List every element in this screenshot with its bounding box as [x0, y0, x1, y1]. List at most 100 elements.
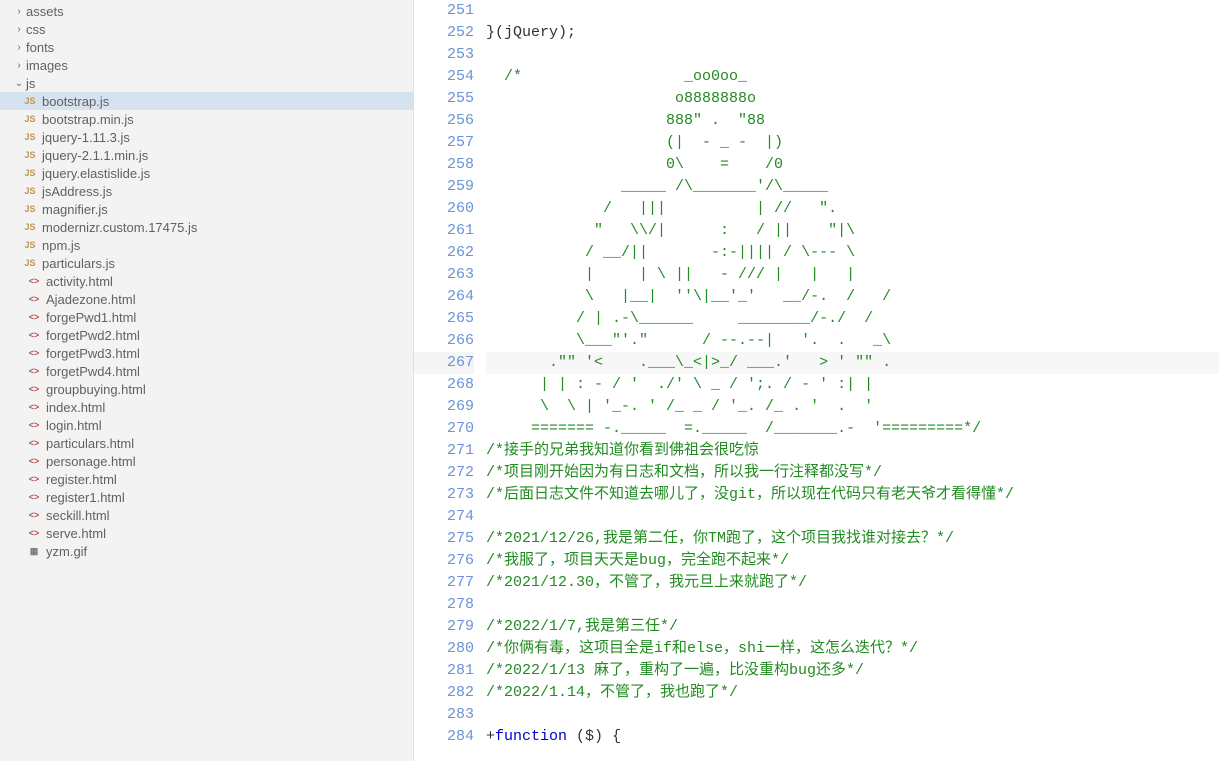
- file-explorer[interactable]: ›assets›css›fonts›images⌄jsJSbootstrap.j…: [0, 0, 414, 761]
- line-number: 270: [414, 418, 474, 440]
- js-file-icon: JS: [22, 111, 38, 127]
- tree-item-label: activity.html: [46, 274, 113, 289]
- file-item[interactable]: <>activity.html: [0, 272, 413, 290]
- code-line[interactable]: /* _oo0oo_: [486, 66, 1219, 88]
- file-item[interactable]: <>Ajadezone.html: [0, 290, 413, 308]
- file-item[interactable]: JSbootstrap.js: [0, 92, 413, 110]
- file-item[interactable]: JSnpm.js: [0, 236, 413, 254]
- chevron-right-icon[interactable]: ›: [12, 6, 26, 17]
- code-line[interactable]: /*项目刚开始因为有日志和文档，所以我一行注释都没写*/: [486, 462, 1219, 484]
- code-line[interactable]: ."" '< .___\_<|>_/ ___.' > ' "" .: [486, 352, 1219, 374]
- line-number: 275: [414, 528, 474, 550]
- tree-item-label: jsAddress.js: [42, 184, 112, 199]
- code-line[interactable]: /*2021/12.30，不管了，我元旦上来就跑了*/: [486, 572, 1219, 594]
- file-item[interactable]: <>groupbuying.html: [0, 380, 413, 398]
- code-line[interactable]: \___"'." / --.--| '. . _\: [486, 330, 1219, 352]
- chevron-right-icon[interactable]: ›: [12, 42, 26, 53]
- file-item[interactable]: JSmagnifier.js: [0, 200, 413, 218]
- chevron-down-icon[interactable]: ⌄: [12, 78, 26, 89]
- code-line[interactable]: " \\/| : / || "|\: [486, 220, 1219, 242]
- code-line[interactable]: /*接手的兄弟我知道你看到佛祖会很吃惊: [486, 440, 1219, 462]
- code-line[interactable]: o8888888o: [486, 88, 1219, 110]
- code-line[interactable]: | | : - / ' ./' \ _ / ';. / - ' :| |: [486, 374, 1219, 396]
- line-number: 273: [414, 484, 474, 506]
- file-item[interactable]: <>forgetPwd4.html: [0, 362, 413, 380]
- line-number: 261: [414, 220, 474, 242]
- code-line[interactable]: / __/|| -:-|||| / \--- \: [486, 242, 1219, 264]
- file-item[interactable]: JSjquery-2.1.1.min.js: [0, 146, 413, 164]
- code-line[interactable]: [486, 506, 1219, 528]
- code-line[interactable]: /*2022/1/13 麻了，重构了一遍，比没重构bug还多*/: [486, 660, 1219, 682]
- file-item[interactable]: <> login.html: [0, 416, 413, 434]
- folder-item[interactable]: ›css: [0, 20, 413, 38]
- file-item[interactable]: ▦yzm.gif: [0, 542, 413, 560]
- code-line[interactable]: / | .-\______ ________/-./ /: [486, 308, 1219, 330]
- folder-item[interactable]: ›fonts: [0, 38, 413, 56]
- code-line[interactable]: /*后面日志文件不知道去哪儿了，没git，所以现在代码只有老天爷才看得懂*/: [486, 484, 1219, 506]
- folder-item[interactable]: ›images: [0, 56, 413, 74]
- code-editor[interactable]: 2512522532542552562572582592602612622632…: [414, 0, 1219, 761]
- code-line[interactable]: [486, 704, 1219, 726]
- code-line[interactable]: / ||| | // ".: [486, 198, 1219, 220]
- file-item[interactable]: JSjquery.elastislide.js: [0, 164, 413, 182]
- code-line[interactable]: 888" . "88: [486, 110, 1219, 132]
- file-item[interactable]: <>particulars.html: [0, 434, 413, 452]
- tree-item-label: fonts: [26, 40, 54, 55]
- file-item[interactable]: JSjsAddress.js: [0, 182, 413, 200]
- code-line[interactable]: _____ /\_______'/\_____: [486, 176, 1219, 198]
- line-number: 276: [414, 550, 474, 572]
- code-line[interactable]: +function ($) {: [486, 726, 1219, 748]
- file-item[interactable]: <>forgePwd1.html: [0, 308, 413, 326]
- tree-item-label: login.html: [46, 418, 102, 433]
- line-number: 252: [414, 22, 474, 44]
- tree-item-label: register.html: [46, 472, 117, 487]
- code-line[interactable]: }(jQuery);: [486, 22, 1219, 44]
- tree-item-label: assets: [26, 4, 64, 19]
- code-line[interactable]: /*我服了，项目天天是bug，完全跑不起来*/: [486, 550, 1219, 572]
- code-line[interactable]: /*2022/1/7,我是第三任*/: [486, 616, 1219, 638]
- code-line[interactable]: /*你俩有毒，这项目全是if和else，shi一样，这怎么迭代？*/: [486, 638, 1219, 660]
- code-line[interactable]: [486, 594, 1219, 616]
- file-item[interactable]: JSparticulars.js: [0, 254, 413, 272]
- tree-item-label: bootstrap.min.js: [42, 112, 134, 127]
- folder-item[interactable]: ⌄js: [0, 74, 413, 92]
- chevron-right-icon[interactable]: ›: [12, 60, 26, 71]
- html-file-icon: <>: [26, 489, 42, 505]
- file-item[interactable]: <>index.html: [0, 398, 413, 416]
- tree-item-label: index.html: [46, 400, 105, 415]
- html-file-icon: <>: [26, 417, 42, 433]
- tree-item-label: css: [26, 22, 46, 37]
- code-line[interactable]: [486, 0, 1219, 22]
- code-line[interactable]: ======= -._____ =._____ /_______.- '====…: [486, 418, 1219, 440]
- file-item[interactable]: <>register.html: [0, 470, 413, 488]
- line-number: 260: [414, 198, 474, 220]
- file-item[interactable]: <>forgetPwd2.html: [0, 326, 413, 344]
- code-line[interactable]: (| - _ - |): [486, 132, 1219, 154]
- file-item[interactable]: <>forgetPwd3.html: [0, 344, 413, 362]
- code-line[interactable]: /*2021/12/26,我是第二任，你TM跑了，这个项目我找谁对接去？*/: [486, 528, 1219, 550]
- line-number: 282: [414, 682, 474, 704]
- js-file-icon: JS: [22, 255, 38, 271]
- html-file-icon: <>: [26, 345, 42, 361]
- chevron-right-icon[interactable]: ›: [12, 24, 26, 35]
- code-line[interactable]: \ |__| ''\|__'_' __/-. / /: [486, 286, 1219, 308]
- code-line[interactable]: /*2022/1.14，不管了，我也跑了*/: [486, 682, 1219, 704]
- file-item[interactable]: <>seckill.html: [0, 506, 413, 524]
- html-file-icon: <>: [26, 525, 42, 541]
- code-line[interactable]: \ \ | '_-. ' /_ _ / '_. /_ . ' . ': [486, 396, 1219, 418]
- file-item[interactable]: <>serve.html: [0, 524, 413, 542]
- file-item[interactable]: JSjquery-1.11.3.js: [0, 128, 413, 146]
- line-number: 263: [414, 264, 474, 286]
- file-item[interactable]: JSmodernizr.custom.17475.js: [0, 218, 413, 236]
- code-line[interactable]: 0\ = /0: [486, 154, 1219, 176]
- file-item[interactable]: JS bootstrap.min.js: [0, 110, 413, 128]
- code-line[interactable]: [486, 44, 1219, 66]
- folder-item[interactable]: ›assets: [0, 2, 413, 20]
- tree-item-label: groupbuying.html: [46, 382, 146, 397]
- file-item[interactable]: <>personage.html: [0, 452, 413, 470]
- file-item[interactable]: <>register1.html: [0, 488, 413, 506]
- code-content[interactable]: }(jQuery); /* _oo0oo_ o8888888o 888" . "…: [486, 0, 1219, 761]
- html-file-icon: <>: [26, 363, 42, 379]
- code-line[interactable]: | | \ || - /// | | |: [486, 264, 1219, 286]
- tree-item-label: jquery-2.1.1.min.js: [42, 148, 148, 163]
